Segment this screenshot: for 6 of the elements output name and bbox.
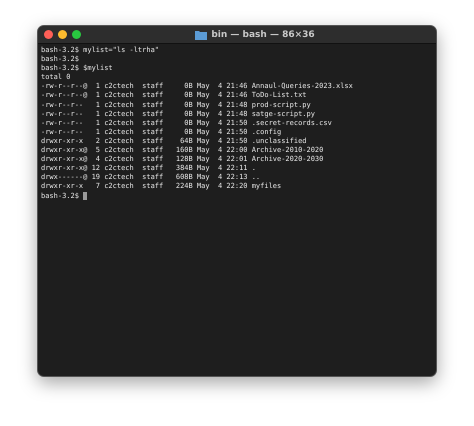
window-title: bin — bash — 86×36 — [211, 30, 315, 40]
minimize-button[interactable] — [58, 30, 67, 39]
zoom-button[interactable] — [72, 30, 81, 39]
text-cursor — [82, 192, 87, 200]
folder-icon — [195, 30, 208, 40]
close-button[interactable] — [44, 30, 53, 39]
